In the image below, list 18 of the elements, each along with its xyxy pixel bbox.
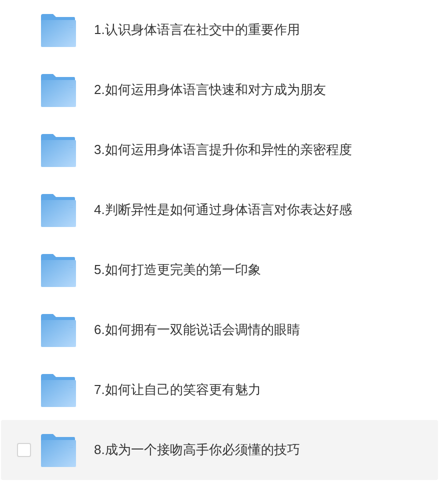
folder-icon: [40, 134, 76, 166]
folder-name: 1.认识身体语言在社交中的重要作用: [94, 21, 300, 40]
folder-name: 6.如何拥有一双能说话会调情的眼睛: [94, 321, 300, 340]
folder-icon: [40, 374, 76, 406]
folder-icon: [40, 14, 76, 46]
folder-name: 2.如何运用身体语言快速和对方成为朋友: [94, 81, 326, 100]
folder-icon: [40, 194, 76, 226]
folder-name: 5.如何打造更完美的第一印象: [94, 261, 261, 280]
folder-icon: [40, 314, 76, 346]
folder-name: 8.成为一个接吻高手你必须懂的技巧: [94, 441, 300, 460]
folder-row[interactable]: 8.成为一个接吻高手你必须懂的技巧: [1, 420, 438, 480]
folder-icon: [40, 74, 76, 106]
folder-icon: [40, 254, 76, 286]
folder-name: 7.如何让自己的笑容更有魅力: [94, 381, 261, 400]
folder-name: 3.如何运用身体语言提升你和异性的亲密程度: [94, 141, 352, 160]
folder-name: 4.判断异性是如何通过身体语言对你表达好感: [94, 201, 352, 220]
checkbox[interactable]: [16, 443, 30, 457]
folder-icon: [40, 434, 76, 466]
